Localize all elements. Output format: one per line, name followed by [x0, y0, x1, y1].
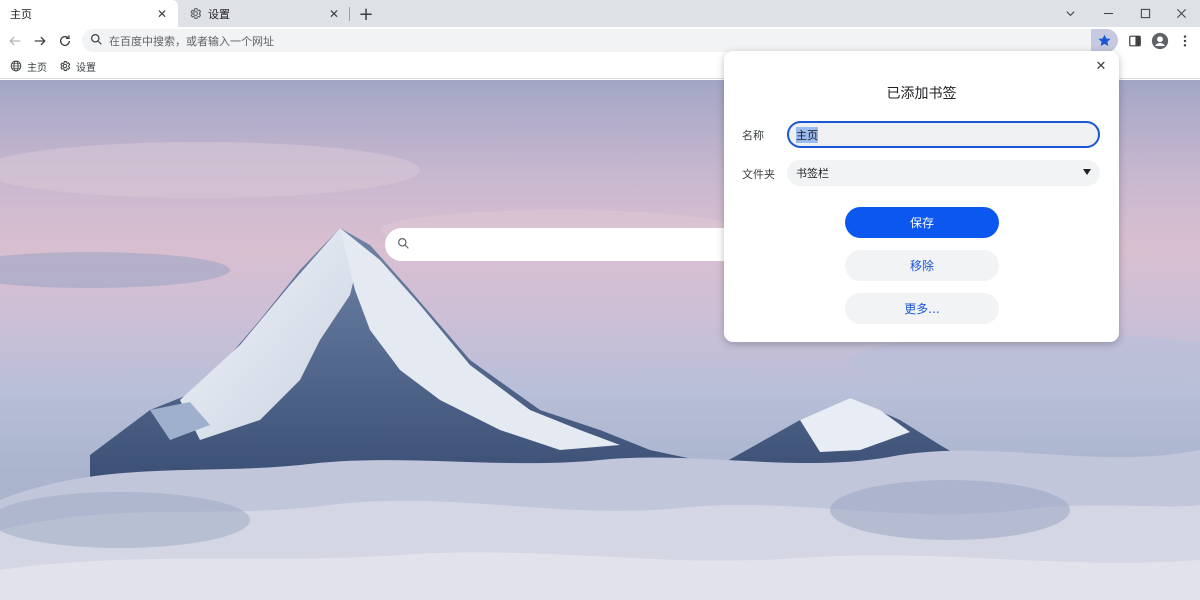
bookmark-settings[interactable]: 设置 — [58, 58, 96, 74]
tab-divider — [349, 7, 350, 21]
tab-strip: 主页 ✕ 设置 ✕ + — [0, 0, 1200, 27]
gear-icon — [188, 7, 202, 21]
chevron-down-icon[interactable] — [1051, 0, 1089, 27]
bookmark-name-field[interactable]: 主页 — [787, 121, 1100, 148]
dialog-title: 已添加书签 — [886, 86, 957, 102]
address-bar[interactable]: 在百度中搜索，或者输入一个网址 — [82, 29, 1118, 52]
bookmark-label: 设置 — [76, 62, 96, 74]
close-icon[interactable]: ✕ — [1093, 58, 1109, 74]
search-icon — [90, 33, 103, 49]
forward-icon[interactable] — [29, 30, 51, 52]
profile-avatar-icon[interactable] — [1149, 30, 1171, 52]
tab-close-icon[interactable]: ✕ — [326, 6, 342, 22]
back-icon[interactable] — [4, 30, 26, 52]
side-panel-icon[interactable] — [1124, 30, 1146, 52]
name-label: 名称 — [742, 129, 764, 142]
search-icon — [397, 237, 410, 253]
reload-icon[interactable] — [54, 30, 76, 52]
minimize-icon[interactable] — [1089, 0, 1127, 27]
tab-close-icon[interactable]: ✕ — [154, 6, 170, 22]
tab-home[interactable]: 主页 ✕ — [0, 0, 178, 27]
bookmark-home[interactable]: 主页 — [9, 58, 47, 74]
bookmark-star-icon[interactable] — [1091, 29, 1118, 52]
folder-value: 书签栏 — [796, 167, 829, 180]
bookmark-label: 主页 — [27, 62, 47, 74]
new-tab-icon[interactable]: + — [356, 4, 376, 25]
remove-button[interactable]: 移除 — [845, 250, 999, 281]
globe-icon — [9, 60, 22, 73]
folder-label: 文件夹 — [742, 168, 775, 181]
more-menu-icon[interactable] — [1174, 30, 1196, 52]
close-icon[interactable] — [1162, 0, 1200, 27]
maximize-icon[interactable] — [1126, 0, 1164, 27]
bookmark-added-dialog: ✕ 已添加书签 名称 主页 文件夹 书签栏 保存 移除 更多... — [724, 51, 1119, 342]
folder-dropdown[interactable]: 书签栏 — [787, 160, 1100, 186]
more-button[interactable]: 更多... — [845, 293, 999, 324]
gear-icon — [58, 60, 71, 73]
dropdown-arrow-icon — [1083, 169, 1091, 175]
bookmark-name-value: 主页 — [796, 126, 818, 143]
save-button[interactable]: 保存 — [845, 207, 999, 238]
toolbar: 在百度中搜索，或者输入一个网址 — [0, 27, 1200, 54]
address-bar-placeholder: 在百度中搜索，或者输入一个网址 — [109, 34, 274, 48]
tab-title: 主页 — [10, 7, 32, 21]
tab-title: 设置 — [208, 7, 230, 21]
tab-settings[interactable]: 设置 ✕ — [178, 0, 350, 27]
